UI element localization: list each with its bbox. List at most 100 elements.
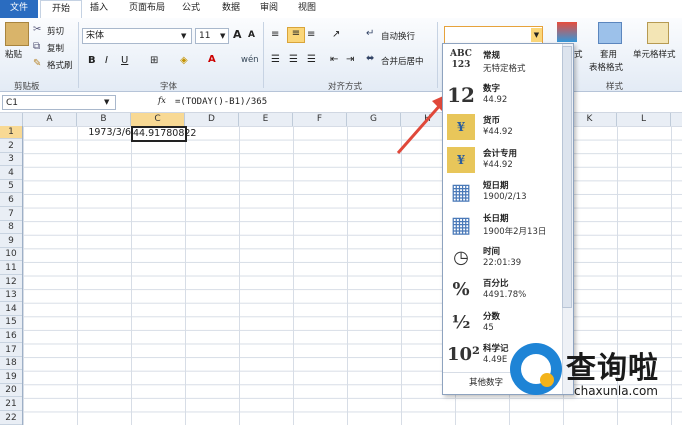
group-divider	[78, 22, 79, 88]
align-left-icon[interactable]: ☰	[271, 54, 280, 66]
row-header[interactable]: 13	[0, 289, 22, 303]
row-header[interactable]: 5	[0, 180, 22, 194]
format-option-name: 长日期	[483, 214, 509, 224]
tab-view[interactable]: 视图	[292, 0, 322, 18]
format-option-sample: 4491.78%	[483, 290, 527, 301]
merge-center-button[interactable]: 合并后居中	[381, 55, 424, 67]
row-header[interactable]: 9	[0, 235, 22, 248]
cell-styles-button[interactable]: 单元格样式	[633, 48, 676, 60]
select-all-corner[interactable]	[0, 113, 23, 126]
format-option[interactable]: ▦ 长日期 1900年2月13日	[443, 209, 561, 241]
cell-styles-icon[interactable]	[647, 22, 669, 44]
format-as-table-icon[interactable]	[598, 22, 622, 44]
chevron-down-icon[interactable]: ▼	[181, 30, 186, 42]
row-header[interactable]: 8	[0, 221, 22, 235]
format-option-name: 货币	[483, 116, 501, 127]
phonetic-button[interactable]: wén	[241, 55, 259, 65]
format-as-table-button[interactable]: 套用	[600, 48, 617, 60]
underline-button[interactable]: U	[121, 55, 128, 66]
row-header[interactable]: 17	[0, 344, 22, 357]
row-header[interactable]: 6	[0, 194, 22, 207]
row-header[interactable]: 19	[0, 371, 22, 384]
format-option[interactable]: ¥ 货币 ¥44.92	[443, 111, 561, 143]
format-option[interactable]: ▦ 短日期 1900/2/13	[443, 176, 561, 208]
row-header[interactable]: 20	[0, 384, 22, 398]
format-option[interactable]: % 百分比 4491.78%	[443, 274, 561, 306]
row-header[interactable]: 7	[0, 208, 22, 221]
row-header[interactable]: 1	[0, 126, 22, 139]
row-header[interactable]: 14	[0, 303, 22, 316]
watermark-text: 查询啦	[566, 351, 659, 386]
chevron-down-icon[interactable]: ▼	[220, 30, 225, 42]
align-top-icon[interactable]: ≡	[271, 29, 279, 41]
column-header[interactable]: D	[185, 113, 239, 126]
wrap-text-button[interactable]: 自动换行	[381, 30, 415, 42]
tab-review[interactable]: 审阅	[254, 0, 284, 18]
grow-font-button[interactable]: A	[233, 28, 242, 41]
watermark-url: chaxunla.com	[574, 384, 658, 398]
row-header[interactable]: 12	[0, 276, 22, 289]
chevron-down-icon[interactable]: ▼	[104, 96, 109, 108]
bold-button[interactable]: B	[88, 55, 96, 66]
tab-insert[interactable]: 插入	[84, 0, 114, 18]
conditional-format-icon[interactable]	[557, 22, 577, 42]
increase-indent-icon[interactable]: ⇥	[346, 54, 354, 66]
decrease-indent-icon[interactable]: ⇤	[330, 54, 338, 66]
format-option[interactable]: ◷ 时间 22:01:39	[443, 242, 561, 274]
orientation-icon[interactable]: ↗	[332, 29, 340, 41]
cell-B1[interactable]: 1973/3/6	[79, 126, 131, 139]
tab-page-layout[interactable]: 页面布局	[122, 0, 172, 18]
format-painter-button[interactable]: 格式刷	[47, 59, 73, 71]
format-option-sample: 1900年2月13日	[483, 227, 547, 237]
align-middle-icon[interactable]: ≡	[287, 27, 305, 43]
cut-button[interactable]: 剪切	[47, 25, 64, 37]
row-header[interactable]: 11	[0, 262, 22, 275]
format-option[interactable]: ABC 123 常规 无特定格式	[443, 46, 561, 78]
tab-formulas[interactable]: 公式	[176, 0, 206, 18]
borders-icon[interactable]: ⊞	[150, 55, 158, 67]
copy-button[interactable]: 复制	[47, 42, 64, 54]
align-right-icon[interactable]: ☰	[307, 54, 316, 66]
ribbon-tabs: 文件 开始 插入 页面布局 公式 数据 审阅 视图	[0, 0, 682, 20]
number-format-select[interactable]	[444, 26, 543, 44]
column-header[interactable]: F	[293, 113, 347, 126]
row-header[interactable]: 10	[0, 248, 22, 262]
conditional-format-button[interactable]: 式	[574, 48, 583, 60]
row-header[interactable]: 4	[0, 167, 22, 180]
name-box[interactable]: C1	[2, 95, 116, 110]
align-bottom-icon[interactable]: ≡	[307, 29, 315, 41]
chevron-down-icon[interactable]: ▼	[531, 28, 542, 42]
insert-function-button[interactable]: fx	[158, 96, 166, 106]
column-header[interactable]: C	[131, 113, 185, 126]
column-header[interactable]: L	[617, 113, 671, 126]
tab-home[interactable]: 开始	[40, 0, 82, 20]
tab-file[interactable]: 文件	[0, 0, 38, 18]
cut-icon: ✂	[33, 24, 42, 35]
row-header[interactable]: 3	[0, 153, 22, 167]
format-option[interactable]: ¥ 会计专用 ¥44.92	[443, 144, 561, 176]
italic-button[interactable]: I	[105, 55, 108, 66]
font-color-icon[interactable]: A	[208, 54, 216, 66]
scrollbar-thumb[interactable]	[562, 46, 572, 308]
row-header[interactable]: 16	[0, 330, 22, 343]
format-option-sample: 4.49E	[483, 355, 508, 366]
row-header[interactable]: 15	[0, 316, 22, 330]
row-header[interactable]: 21	[0, 398, 22, 411]
format-option[interactable]: 12 数字 44.92	[443, 79, 561, 111]
paste-button[interactable]: 粘贴	[5, 48, 22, 60]
paste-icon[interactable]	[5, 22, 29, 46]
tab-data[interactable]: 数据	[216, 0, 246, 18]
row-header[interactable]: 2	[0, 140, 22, 153]
font-name-select[interactable]: 宋体	[82, 28, 192, 44]
format-option-name: 百分比	[483, 279, 509, 290]
column-header[interactable]: A	[23, 113, 77, 126]
align-center-icon[interactable]: ☰	[289, 54, 298, 66]
shrink-font-button[interactable]: A	[248, 30, 255, 40]
fill-color-icon[interactable]: ◈	[180, 55, 188, 67]
cell-C1[interactable]: 44.91780822	[131, 126, 196, 142]
format-option[interactable]: ½ 分数 45	[443, 307, 561, 339]
column-header[interactable]: E	[239, 113, 293, 126]
column-header[interactable]: B	[77, 113, 131, 126]
row-header[interactable]: 18	[0, 357, 22, 371]
row-header[interactable]: 22	[0, 412, 22, 425]
